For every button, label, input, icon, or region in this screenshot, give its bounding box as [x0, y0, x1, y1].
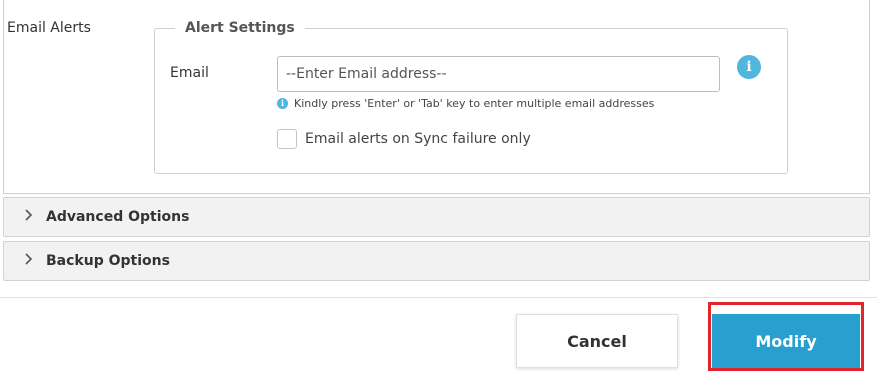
cancel-button[interactable]: Cancel — [516, 314, 678, 368]
backup-options-accordion[interactable]: Backup Options — [3, 241, 870, 281]
email-hint: i Kindly press 'Enter' or 'Tab' key to e… — [277, 97, 654, 110]
advanced-options-accordion[interactable]: Advanced Options — [3, 197, 870, 237]
info-small-icon: i — [277, 98, 288, 109]
email-alerts-label: Email Alerts — [7, 20, 91, 36]
sync-failure-checkbox-row[interactable]: Email alerts on Sync failure only — [277, 129, 531, 149]
email-input[interactable] — [277, 56, 720, 92]
footer-divider — [0, 297, 877, 298]
email-label: Email — [170, 65, 209, 81]
info-icon[interactable]: i — [737, 55, 761, 79]
email-hint-text: Kindly press 'Enter' or 'Tab' key to ent… — [294, 97, 655, 110]
modify-button[interactable]: Modify — [712, 314, 860, 368]
advanced-options-title[interactable]: Advanced Options — [46, 209, 189, 225]
sync-failure-checkbox[interactable] — [277, 129, 297, 149]
backup-options-title[interactable]: Backup Options — [46, 253, 170, 269]
chevron-right-icon — [24, 253, 34, 269]
alert-settings-legend: Alert Settings — [185, 20, 295, 36]
chevron-right-icon — [24, 209, 34, 225]
sync-failure-checkbox-label[interactable]: Email alerts on Sync failure only — [305, 131, 531, 147]
